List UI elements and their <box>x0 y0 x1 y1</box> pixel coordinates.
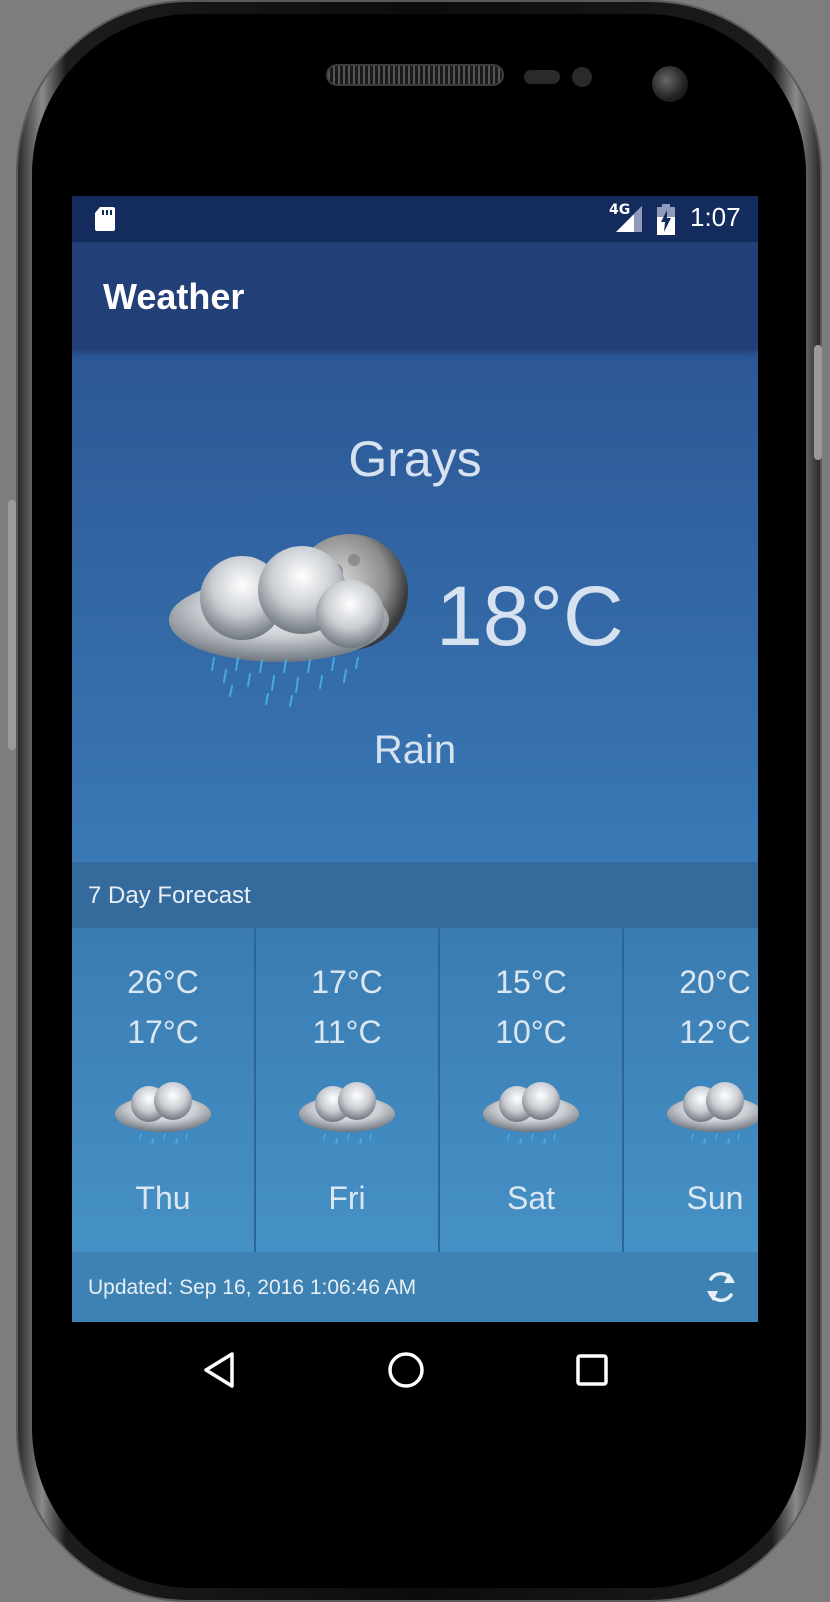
high-temp: 15°C <box>495 964 567 1000</box>
rain-cloud-icon <box>299 1082 395 1145</box>
city-name: Grays <box>348 431 482 487</box>
rain-cloud-icon <box>115 1082 211 1145</box>
light-sensor <box>572 67 592 87</box>
low-temp: 11°C <box>312 1014 382 1050</box>
status-clock: 1:07 <box>690 202 741 232</box>
earpiece-speaker <box>326 64 504 86</box>
high-temp: 26°C <box>127 964 199 1000</box>
weather-condition: Rain <box>373 728 457 772</box>
day-label: Sat <box>506 1180 556 1216</box>
power-button <box>814 345 822 460</box>
low-temp: 12°C <box>679 1014 751 1050</box>
last-updated-text: Updated: Sep 16, 2016 1:06:46 AM <box>88 1276 417 1299</box>
phone-screen: 4G 1:07 Weather Grays 18°C Rain 7 Day Fo… <box>72 196 758 1418</box>
rain-cloud-icon <box>667 1082 758 1145</box>
day-label: Thu <box>135 1180 191 1216</box>
forecast-day-sat[interactable]: 15°C 10°C Sat <box>440 928 624 1252</box>
current-temperature: 18°C <box>436 569 624 663</box>
rain-cloud-icon <box>483 1082 579 1145</box>
battery-charging-icon <box>657 204 675 235</box>
low-temp: 10°C <box>495 1014 567 1050</box>
proximity-sensor <box>524 70 560 84</box>
front-camera <box>652 66 688 102</box>
day-label: Fri <box>328 1180 366 1216</box>
rain-cloud-moon-icon <box>169 534 408 707</box>
home-icon[interactable] <box>382 1346 430 1394</box>
status-bar: 4G 1:07 <box>72 196 758 242</box>
refresh-icon[interactable] <box>702 1268 740 1306</box>
forecast-day-thu[interactable]: 26°C 17°C Thu <box>72 928 256 1252</box>
sd-card-icon <box>95 207 115 231</box>
day-label: Sun <box>686 1180 744 1216</box>
navigation-bar <box>72 1322 758 1418</box>
forecast-day-sun[interactable]: 20°C 12°C Sun <box>624 928 758 1252</box>
forecast-list[interactable]: 26°C 17°C Thu 17°C 11°C Fri 15°C 10°C Sa… <box>72 928 758 1252</box>
recents-icon[interactable] <box>568 1346 616 1394</box>
high-temp: 20°C <box>679 964 751 1000</box>
signal-icon <box>616 206 642 232</box>
app-title: Weather <box>103 276 245 317</box>
forecast-header: 7 Day Forecast <box>72 862 758 928</box>
forecast-day-fri[interactable]: 17°C 11°C Fri <box>256 928 440 1252</box>
back-icon[interactable] <box>196 1346 244 1394</box>
high-temp: 17°C <box>311 964 383 1000</box>
forecast-title: 7 Day Forecast <box>88 882 251 909</box>
current-weather-panel: Grays 18°C Rain <box>72 350 758 862</box>
low-temp: 17°C <box>127 1014 199 1050</box>
footer-bar: Updated: Sep 16, 2016 1:06:46 AM <box>72 1252 758 1322</box>
volume-button <box>8 500 16 750</box>
app-bar: Weather <box>72 242 758 350</box>
